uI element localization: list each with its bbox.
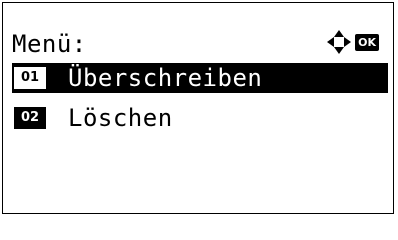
screen-header: Menü: OK: [12, 25, 388, 61]
menu-item-number: 02: [14, 107, 46, 129]
menu-item-label: Löschen: [68, 104, 173, 132]
menu-item-label: Überschreiben: [68, 64, 263, 92]
menu-list: 01 Überschreiben 02 Löschen: [12, 63, 388, 143]
ok-key-icon: OK: [355, 33, 379, 51]
menu-item-delete[interactable]: 02 Löschen: [12, 103, 388, 133]
menu-item-number: 01: [14, 67, 46, 89]
lcd-screen: Menü: OK 01 Überschreiben 02 Löschen: [2, 2, 394, 214]
menu-item-overwrite[interactable]: 01 Überschreiben: [12, 63, 388, 93]
dpad-icon: [326, 29, 352, 55]
page-title: Menü:: [12, 30, 87, 58]
nav-hint: OK: [326, 29, 379, 55]
